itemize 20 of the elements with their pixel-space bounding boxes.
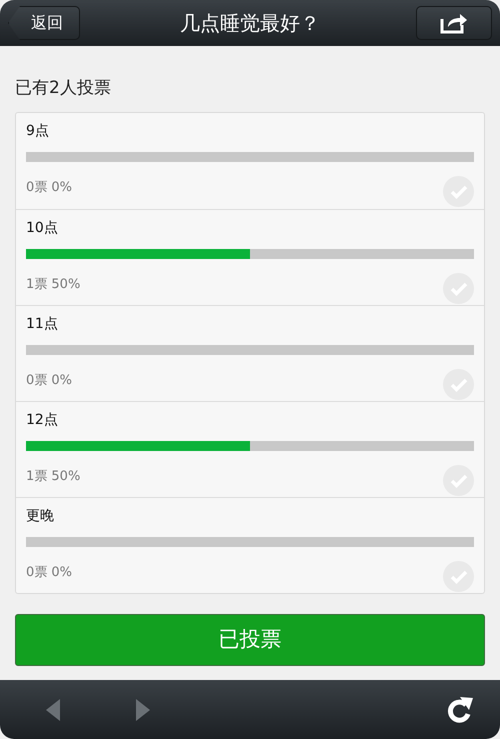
share-button[interactable] [416,6,492,40]
vote-result: 1票 50% [26,276,80,294]
vote-result: 0票 0% [26,372,72,390]
vote-count: 已有2人投票 [15,77,112,100]
check-icon[interactable] [443,560,474,592]
option-label: 更晚 [26,506,55,526]
option-label: 10点 [26,218,59,238]
back-button[interactable]: 返回 [8,6,80,40]
option-label: 9点 [26,122,50,140]
option-label: 11点 [26,314,59,334]
vote-result: 1票 50% [26,468,80,486]
vote-result: 0票 0% [26,564,72,582]
window-title: 几点睡觉最好？ [180,10,320,37]
check-icon[interactable] [443,272,474,304]
refresh-icon[interactable] [446,694,474,724]
check-icon[interactable] [443,464,474,496]
option-label: 12点 [26,410,59,430]
vote-result: 0票 0% [26,179,72,198]
check-icon[interactable] [443,368,474,400]
share-icon [439,11,469,35]
